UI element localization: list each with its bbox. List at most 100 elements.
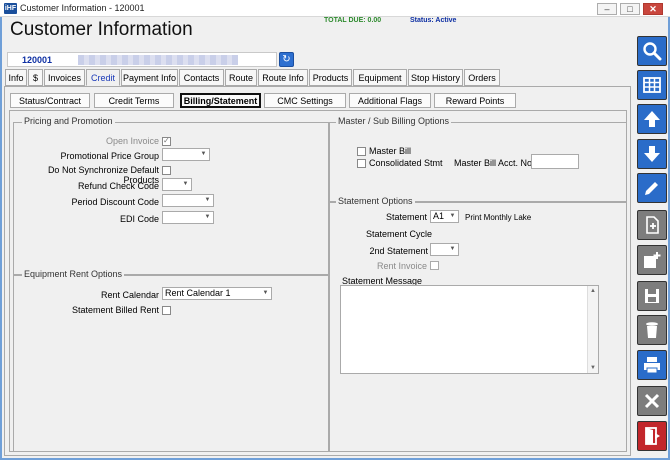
- window-title: Customer Information - 120001: [20, 3, 145, 13]
- master-bill-acct-input[interactable]: [531, 154, 579, 169]
- refresh-icon: ↻: [282, 54, 291, 65]
- tab-info[interactable]: Info: [5, 69, 27, 86]
- app-logo-icon: iHF: [4, 3, 17, 14]
- subtab-reward-points[interactable]: Reward Points: [434, 93, 516, 108]
- cancel-button[interactable]: [637, 386, 667, 416]
- page-title: Customer Information: [10, 19, 193, 40]
- status-text: Status: Active: [410, 17, 457, 24]
- refund-check-code-select[interactable]: ▼: [162, 178, 192, 191]
- second-statement-label: 2nd Statement: [369, 246, 428, 256]
- tab-dollar[interactable]: $: [28, 69, 43, 86]
- tab-route[interactable]: Route: [225, 69, 257, 86]
- statement-description: Print Monthly Lake: [465, 213, 532, 222]
- tab-route-info[interactable]: Route Info: [258, 69, 308, 86]
- previous-record-button[interactable]: [637, 104, 667, 134]
- rent-invoice-checkbox[interactable]: [430, 261, 439, 270]
- period-discount-code-label: Period Discount Code: [71, 197, 159, 207]
- edit-button[interactable]: [637, 173, 667, 203]
- subtab-credit-terms[interactable]: Credit Terms: [94, 93, 174, 108]
- minimize-button[interactable]: –: [597, 3, 617, 15]
- chevron-down-icon: ▼: [449, 246, 456, 252]
- statement-message-textarea[interactable]: [340, 285, 599, 374]
- chevron-down-icon: ▼: [262, 290, 269, 296]
- statement-select[interactable]: A1 ▼: [430, 210, 459, 223]
- save-icon: [645, 289, 659, 303]
- no-sync-default-products-checkbox[interactable]: [162, 166, 171, 175]
- refund-check-code-label: Refund Check Code: [77, 181, 159, 191]
- master-bill-checkbox[interactable]: [357, 147, 366, 156]
- chevron-down-icon: ▼: [182, 181, 189, 187]
- tab-orders[interactable]: Orders: [464, 69, 500, 86]
- arrow-up-icon: [644, 111, 660, 127]
- save-button[interactable]: [637, 281, 667, 311]
- subtab-additional-flags[interactable]: Additional Flags: [349, 93, 431, 108]
- statement-cycle-label: Statement Cycle: [366, 229, 433, 239]
- master-sub-billing-title: Master / Sub Billing Options: [336, 116, 452, 126]
- statement-billed-rent-label: Statement Billed Rent: [71, 305, 159, 315]
- close-window-button[interactable]: ✕: [643, 3, 663, 15]
- restore-button[interactable]: □: [620, 3, 640, 15]
- period-discount-code-select[interactable]: ▼: [162, 194, 214, 207]
- master-bill-label: Master Bill: [369, 146, 412, 156]
- rent-calendar-value: Rent Calendar 1: [165, 288, 231, 298]
- statement-label: Statement: [385, 212, 427, 222]
- chevron-down-icon: ▼: [204, 197, 211, 203]
- statement-billed-rent-checkbox[interactable]: [162, 306, 171, 315]
- trash-icon: [646, 322, 658, 338]
- promo-price-group-label: Promotional Price Group: [60, 151, 159, 161]
- next-record-button[interactable]: [637, 139, 667, 169]
- second-statement-select[interactable]: ▼: [430, 243, 459, 256]
- search-button[interactable]: [637, 36, 667, 66]
- edi-code-label: EDI Code: [119, 214, 159, 224]
- print-button[interactable]: [637, 350, 667, 380]
- refresh-button[interactable]: ↻: [279, 52, 294, 67]
- rent-calendar-label: Rent Calendar: [100, 290, 159, 300]
- tab-equipment[interactable]: Equipment: [353, 69, 407, 86]
- scroll-up-arrow-icon[interactable]: ▲: [588, 286, 598, 296]
- open-invoice-checkbox[interactable]: [162, 136, 171, 146]
- tab-credit[interactable]: Credit: [86, 69, 120, 86]
- chevron-down-icon: ▼: [200, 151, 207, 157]
- search-icon: [643, 42, 662, 61]
- statement-value: A1: [433, 211, 445, 221]
- promo-price-group-select[interactable]: ▼: [162, 148, 210, 161]
- printer-icon: [644, 357, 660, 374]
- open-invoice-label: Open Invoice: [105, 136, 159, 146]
- subtab-status-contract[interactable]: Status/Contract: [10, 93, 90, 108]
- subtab-cmc-settings[interactable]: CMC Settings: [264, 93, 346, 108]
- delete-button[interactable]: [637, 315, 667, 345]
- add-record-icon: [644, 252, 661, 268]
- total-due-text: TOTAL DUE: 0.00: [324, 17, 382, 24]
- tab-stop-history[interactable]: Stop History: [408, 69, 463, 86]
- tab-products[interactable]: Products: [309, 69, 352, 86]
- consolidated-stmt-label: Consolidated Stmt: [369, 158, 443, 168]
- statement-options-title: Statement Options: [336, 196, 415, 206]
- scroll-down-arrow-icon[interactable]: ▼: [588, 363, 598, 373]
- new-document-icon: [646, 216, 659, 234]
- arrow-down-icon: [644, 146, 660, 162]
- exit-button[interactable]: [637, 421, 667, 451]
- chevron-down-icon: ▼: [449, 213, 456, 219]
- equipment-rent-group: [13, 275, 329, 452]
- tab-contacts[interactable]: Contacts: [179, 69, 224, 86]
- pencil-icon: [645, 182, 658, 195]
- statement-message-scrollbar[interactable]: ▲ ▼: [587, 286, 598, 373]
- add-record-button[interactable]: [637, 245, 667, 275]
- chevron-down-icon: ▼: [204, 214, 211, 220]
- list-view-button[interactable]: [637, 70, 667, 100]
- rent-invoice-label: Rent Invoice: [376, 261, 427, 271]
- rent-calendar-select[interactable]: Rent Calendar 1 ▼: [162, 287, 272, 300]
- subtab-billing-statement[interactable]: Billing/Statement: [180, 93, 261, 108]
- new-document-button[interactable]: [637, 210, 667, 240]
- equipment-rent-title: Equipment Rent Options: [22, 269, 125, 279]
- tab-invoices[interactable]: Invoices: [44, 69, 85, 86]
- pricing-promotion-title: Pricing and Promotion: [22, 116, 115, 126]
- customer-name-redacted: [78, 55, 238, 65]
- cancel-x-icon: [644, 393, 660, 409]
- master-bill-acct-label: Master Bill Acct. No.: [454, 158, 535, 168]
- consolidated-stmt-checkbox[interactable]: [357, 159, 366, 168]
- customer-id: 120001: [22, 55, 53, 65]
- edi-code-select[interactable]: ▼: [162, 211, 214, 224]
- tab-payment-info[interactable]: Payment Info: [121, 69, 178, 86]
- grid-icon: [643, 77, 661, 93]
